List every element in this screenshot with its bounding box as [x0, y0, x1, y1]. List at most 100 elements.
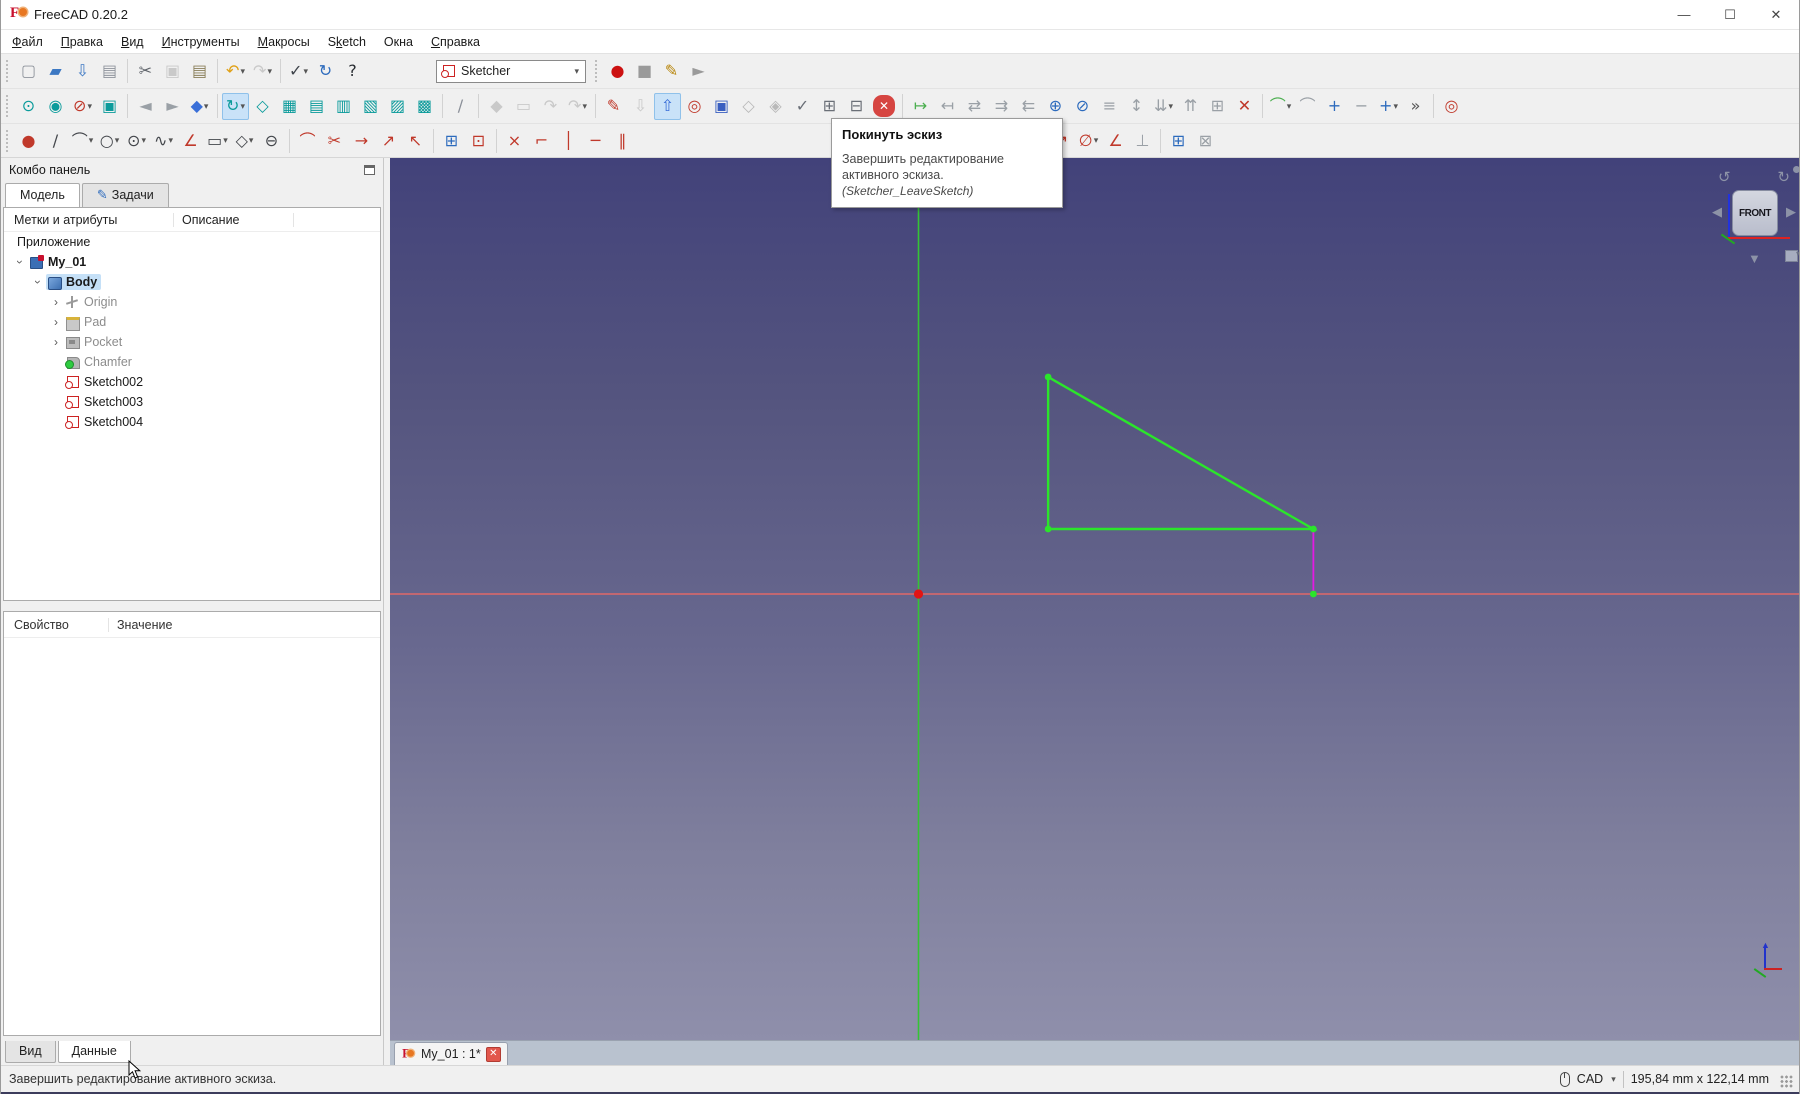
nav-forward-button[interactable]: ►: [159, 93, 186, 120]
nav-left-arrow-icon[interactable]: ◀: [1712, 204, 1722, 220]
sketch-canvas[interactable]: [390, 158, 1799, 1040]
macro-stop-button[interactable]: ■: [631, 58, 658, 85]
bspline-decrease-degree-button[interactable]: −: [1348, 93, 1375, 120]
tab-data[interactable]: Данные: [57, 1041, 131, 1063]
nav-right-arrow-icon[interactable]: ▶: [1786, 204, 1796, 220]
make-link-button[interactable]: ◆: [483, 93, 510, 120]
view-left-button[interactable]: ▩: [411, 93, 438, 120]
sketch-vertex-1[interactable]: [1044, 525, 1052, 533]
tree-row-sketch004[interactable]: Sketch004: [4, 412, 380, 432]
chevron-down-icon[interactable]: ›: [31, 274, 45, 290]
macro-play-button[interactable]: ►: [685, 58, 712, 85]
view-section-button[interactable]: ▣: [708, 93, 735, 120]
constrain-diameter-button[interactable]: ∅ ▾: [1075, 127, 1102, 154]
create-rectangle-button[interactable]: ▭ ▾: [204, 127, 231, 154]
toggle-construction-geometry-button[interactable]: ⊞: [438, 127, 465, 154]
undo-button[interactable]: ↶ ▾: [222, 58, 249, 85]
copy-geometry-button[interactable]: ⇈: [1177, 93, 1204, 120]
close-shape-button[interactable]: ↤: [934, 93, 961, 120]
validate-document-caret-icon[interactable]: ▾: [303, 66, 308, 77]
menu-item-windows[interactable]: Окна: [375, 32, 422, 52]
print-button[interactable]: ▤: [96, 58, 123, 85]
tab-model[interactable]: Модель: [5, 183, 80, 207]
create-rectangle-caret-icon[interactable]: ▾: [223, 135, 228, 146]
rectangular-array-button[interactable]: ⊞: [1204, 93, 1231, 120]
nav-style-caret-icon[interactable]: ▾: [1611, 1074, 1616, 1085]
create-polygon-caret-icon[interactable]: ▾: [249, 135, 254, 146]
create-polyline-button[interactable]: ∠: [177, 127, 204, 154]
constrain-vertical-button[interactable]: │: [555, 127, 582, 154]
menu-item-view[interactable]: Вид: [112, 32, 153, 52]
toolbar-grip[interactable]: [6, 129, 12, 152]
create-circle-button[interactable]: ○ ▾: [96, 127, 123, 154]
view-clipping-plane-caret-icon[interactable]: ▾: [87, 101, 92, 112]
create-polygon-button[interactable]: ◇ ▾: [231, 127, 258, 154]
toolbar-grip[interactable]: [595, 60, 601, 82]
view-bottom-button[interactable]: ▨: [384, 93, 411, 120]
map-sketch-to-face-button[interactable]: ◇: [735, 93, 762, 120]
chevron-down-icon[interactable]: ›: [13, 254, 27, 270]
view-right-button[interactable]: ▥: [330, 93, 357, 120]
view-fit-all-button[interactable]: ⊙: [15, 93, 42, 120]
remove-axes-alignment-button[interactable]: ✕: [1231, 93, 1258, 120]
tree-row-sketch003[interactable]: Sketch003: [4, 392, 380, 412]
nav-down-arrow-icon[interactable]: ▼: [1748, 251, 1761, 266]
tab-view[interactable]: Вид: [5, 1041, 56, 1063]
close-button[interactable]: ✕: [1753, 0, 1799, 29]
create-arc-button[interactable]: ⌒ ▾: [69, 127, 96, 154]
float-panel-button[interactable]: [364, 165, 375, 175]
origin-point[interactable]: [913, 589, 924, 599]
menu-item-edit[interactable]: Правка: [52, 32, 112, 52]
external-geometry-button[interactable]: ↖: [402, 127, 429, 154]
document-tab[interactable]: F My_01 : 1* ✕: [394, 1042, 508, 1065]
bspline-insert-knot-caret-icon[interactable]: ▾: [1393, 101, 1398, 112]
document-tab-close-icon[interactable]: ✕: [485, 1046, 501, 1062]
menu-item-file[interactable]: Файл: [3, 32, 52, 52]
tree-row-application-root[interactable]: Приложение: [4, 232, 380, 252]
macro-edit-button[interactable]: ✎: [658, 58, 685, 85]
view-fit-selection-button[interactable]: ◉: [42, 93, 69, 120]
sketch-vertex-0[interactable]: [1044, 373, 1052, 381]
tree-row-pad[interactable]: › Pad: [4, 312, 380, 332]
switch-virtual-space-button[interactable]: ◎: [1438, 93, 1465, 120]
minimize-button[interactable]: —: [1661, 0, 1707, 29]
save-document-button[interactable]: ⇩: [69, 58, 96, 85]
view-rear-button[interactable]: ▧: [357, 93, 384, 120]
select-conflicting-constraints-button[interactable]: ⊕: [1042, 93, 1069, 120]
bspline-show-degree-button[interactable]: ⌒ ▾: [1267, 93, 1294, 120]
tree-row-origin[interactable]: › Origin: [4, 292, 380, 312]
leave-sketch-button[interactable]: ⇧: [654, 92, 681, 120]
go-to-deepest-link-button[interactable]: ↷ ▾: [564, 93, 591, 120]
navcube-menu-caret[interactable]: ▾: [1796, 249, 1799, 261]
redo-caret-icon[interactable]: ▾: [267, 66, 272, 77]
rotate-ccw-icon[interactable]: ↺: [1718, 168, 1731, 186]
menu-item-help[interactable]: Справка: [422, 32, 489, 52]
menu-item-tools[interactable]: Инструменты: [153, 32, 249, 52]
constrain-angle-button[interactable]: ∠: [1102, 127, 1129, 154]
mirror-sketch-button[interactable]: ⊟: [843, 93, 870, 120]
bspline-insert-knot-button[interactable]: + ▾: [1375, 93, 1402, 120]
sketch-vertex-3[interactable]: [1309, 590, 1317, 598]
resize-grip[interactable]: [1780, 1074, 1793, 1088]
tree-row-body[interactable]: › Body: [4, 272, 380, 292]
create-conic-caret-icon[interactable]: ▾: [141, 135, 146, 146]
chevron-right-icon[interactable]: ›: [48, 295, 64, 309]
create-sketch-cmd-button[interactable]: ✎: [600, 93, 627, 120]
tree-row-document-my01[interactable]: › My_01: [4, 252, 380, 272]
nav-back-button[interactable]: ◄: [132, 93, 159, 120]
whats-this-button[interactable]: ?: [339, 58, 366, 85]
cut-button[interactable]: ✂: [132, 58, 159, 85]
select-constraints-button[interactable]: ⇉: [988, 93, 1015, 120]
select-unconstrained-dof-button[interactable]: ↦: [907, 93, 934, 120]
carbon-copy-button[interactable]: ⊡: [465, 127, 492, 154]
sketch-vertex-2[interactable]: [1309, 525, 1317, 533]
reorient-sketch-button[interactable]: ◈: [762, 93, 789, 120]
tab-tasks[interactable]: ✎ Задачи: [81, 183, 169, 207]
tree-row-chamfer[interactable]: Chamfer: [4, 352, 380, 372]
show-hide-internal-geometry-button[interactable]: ≡: [1096, 93, 1123, 120]
view-clipping-plane-button[interactable]: ⊘ ▾: [69, 93, 96, 120]
constrain-point-on-object-button[interactable]: ⌐: [528, 127, 555, 154]
refresh-document-button[interactable]: ↻: [312, 58, 339, 85]
bspline-control-polygon-button[interactable]: ⌒: [1294, 93, 1321, 120]
split-edge-button[interactable]: ↗: [375, 127, 402, 154]
